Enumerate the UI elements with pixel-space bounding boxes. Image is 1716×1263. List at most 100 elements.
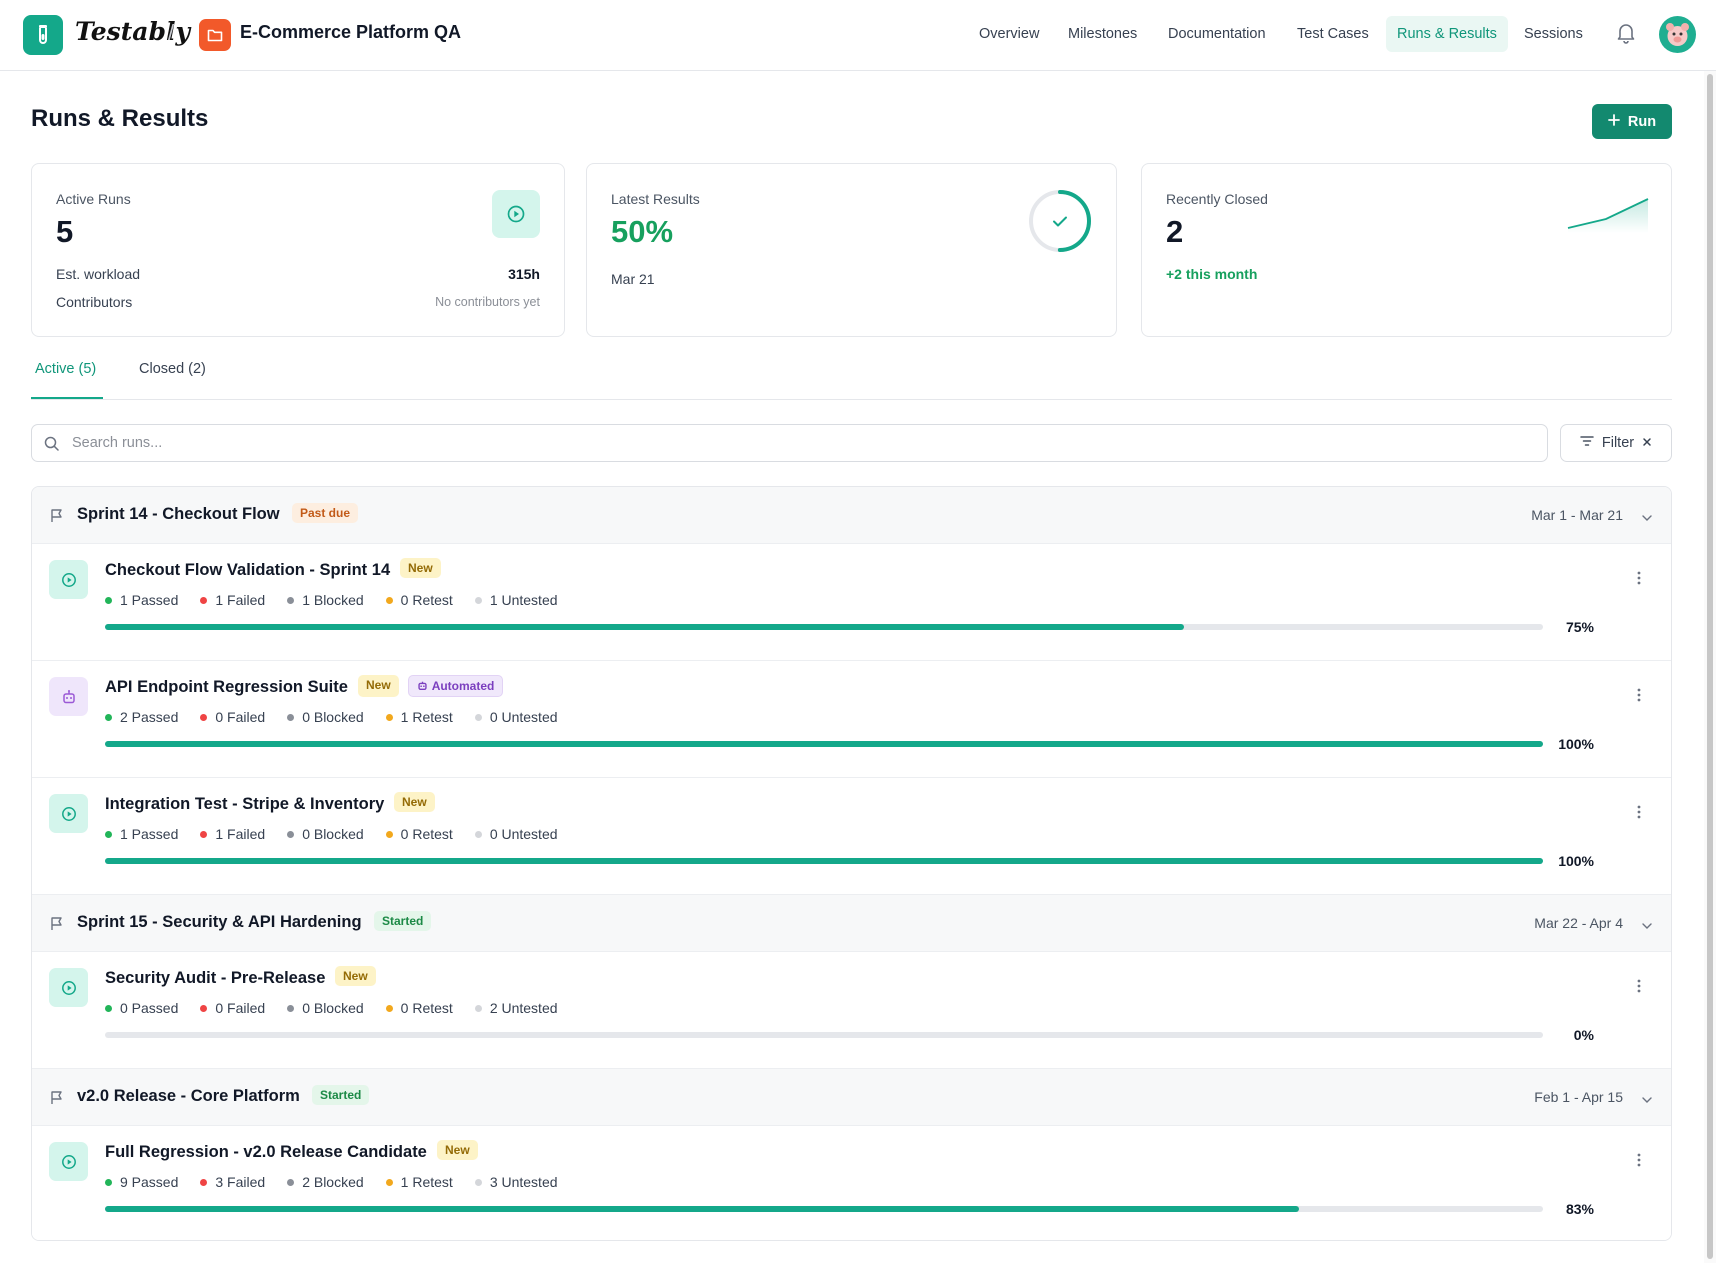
stat-retest: 0 Retest: [385, 1000, 453, 1016]
stat-blocked: 0 Blocked: [287, 709, 364, 725]
retest-dot: [385, 596, 393, 604]
user-avatar[interactable]: [1659, 16, 1696, 53]
contributors-value: No contributors yet: [435, 295, 540, 309]
test-run-row[interactable]: Security Audit - Pre-Release New 0 Passed 0…: [32, 952, 1671, 1069]
run-progress-fill: [105, 858, 1543, 864]
run-badges: New: [400, 558, 441, 578]
untested-dot: [474, 713, 482, 721]
page-scrollbar-thumb[interactable]: [1707, 74, 1713, 1259]
test-run-row[interactable]: Checkout Flow Validation - Sprint 14 New 1…: [32, 544, 1671, 661]
recently-closed-value: 2: [1166, 214, 1184, 249]
check-icon: [1053, 216, 1067, 227]
nav-sessions[interactable]: Sessions: [1513, 16, 1594, 52]
run-badge-new: New: [358, 675, 399, 697]
nav-documentation[interactable]: Documentation: [1157, 16, 1277, 52]
failed-dot: [200, 1004, 208, 1012]
test-run-row[interactable]: API Endpoint Regression Suite New Automate…: [32, 661, 1671, 778]
chevron-down-icon[interactable]: [1641, 1091, 1653, 1109]
stat-passed: 9 Passed: [105, 1174, 178, 1190]
run-progress-fill: [105, 624, 1184, 630]
nav-runs-results[interactable]: Runs & Results: [1386, 16, 1508, 52]
run-stats: 9 Passed 3 Failed 2 Blocked 1 Retest 3 Untes…: [105, 1174, 580, 1190]
stat-untested: 2 Untested: [474, 1000, 558, 1016]
more-options-icon[interactable]: [1637, 571, 1641, 590]
run-list: Sprint 14 - Checkout Flow Past due Mar 1 -…: [31, 486, 1672, 1241]
more-options-icon[interactable]: [1637, 805, 1641, 824]
more-options-icon[interactable]: [1637, 979, 1641, 998]
stat-failed: 0 Failed: [200, 709, 265, 725]
run-title[interactable]: Security Audit - Pre-Release: [105, 969, 325, 988]
results-progress-ring: [1027, 188, 1093, 254]
project-name[interactable]: E-Commerce Platform QA: [240, 22, 461, 43]
run-progress-bar: [105, 1206, 1543, 1212]
plus-icon: [1608, 113, 1620, 130]
more-options-icon[interactable]: [1637, 1153, 1641, 1172]
milestone-title: Sprint 15 - Security & API Hardening: [77, 913, 362, 931]
active-runs-value: 5: [56, 214, 74, 249]
stat-blocked: 0 Blocked: [287, 826, 364, 842]
stat-passed: 0 Passed: [105, 1000, 178, 1016]
testably-logo-icon[interactable]: [23, 15, 63, 55]
run-title[interactable]: Checkout Flow Validation - Sprint 14: [105, 561, 390, 580]
latest-results-date: Mar 21: [611, 271, 655, 287]
run-badge-automated: Automated: [407, 675, 504, 697]
robot-icon: [417, 679, 432, 693]
milestone-group-header[interactable]: Sprint 14 - Checkout Flow Past due Mar 1 -…: [32, 487, 1671, 544]
milestone-group-header[interactable]: v2.0 Release - Core Platform Started Feb 1…: [32, 1069, 1671, 1126]
stat-retest: 1 Retest: [385, 709, 453, 725]
stat-blocked: 0 Blocked: [287, 1000, 364, 1016]
stat-failed: 1 Failed: [200, 592, 265, 608]
stat-passed: 2 Passed: [105, 709, 178, 725]
run-title[interactable]: Integration Test - Stripe & Inventory: [105, 795, 384, 814]
bell-icon[interactable]: [1616, 22, 1636, 49]
blocked-dot: [287, 830, 295, 838]
active-runs-card: Active Runs 5 Est. workload 315h Contrib…: [31, 163, 565, 337]
search-input[interactable]: [72, 425, 1532, 461]
retest-dot: [385, 1004, 393, 1012]
nav-milestones[interactable]: Milestones: [1057, 16, 1148, 52]
contributors-label: Contributors: [56, 294, 133, 310]
new-run-label: Run: [1627, 113, 1657, 130]
run-title[interactable]: API Endpoint Regression Suite: [105, 678, 348, 697]
test-run-row[interactable]: Integration Test - Stripe & Inventory New…: [32, 778, 1671, 895]
search-icon: [44, 436, 59, 456]
play-circle-icon: [492, 190, 540, 238]
recently-closed-label: Recently Closed: [1166, 191, 1268, 207]
new-run-button[interactable]: Run: [1592, 104, 1672, 139]
run-progress-bar: [105, 624, 1543, 630]
nav-overview[interactable]: Overview: [968, 16, 1050, 52]
more-options-icon[interactable]: [1637, 688, 1641, 707]
passed-dot: [105, 713, 112, 721]
stat-untested: 1 Untested: [474, 592, 558, 608]
run-title[interactable]: Full Regression - v2.0 Release Candidate: [105, 1143, 427, 1162]
run-progress-percent: 0%: [1573, 1027, 1594, 1043]
nav-test-cases[interactable]: Test Cases: [1286, 16, 1380, 52]
passed-dot: [105, 596, 112, 604]
chevron-down-icon[interactable]: [1641, 509, 1653, 527]
chevron-down-icon[interactable]: [1641, 917, 1653, 935]
latest-results-value: 50%: [611, 214, 674, 249]
run-progress-bar: [105, 1032, 1543, 1038]
milestone-group-header[interactable]: Sprint 15 - Security & API Hardening Star…: [32, 895, 1671, 952]
milestone-date-range: Mar 22 - Apr 4: [1534, 915, 1623, 931]
run-badge-new: New: [437, 1140, 478, 1160]
blocked-dot: [287, 1178, 295, 1186]
tab-active[interactable]: Active (5): [35, 361, 96, 377]
test-run-row[interactable]: Full Regression - v2.0 Release Candidate…: [32, 1126, 1671, 1240]
robot-icon: [49, 677, 88, 716]
play-icon: [49, 560, 88, 599]
milestone-status-badge: Started: [312, 1085, 370, 1105]
tab-closed[interactable]: Closed (2): [139, 361, 206, 377]
untested-dot: [474, 830, 482, 838]
untested-dot: [474, 1178, 482, 1186]
untested-dot: [474, 1004, 482, 1012]
search-box: [31, 424, 1548, 462]
stat-blocked: 1 Blocked: [287, 592, 364, 608]
retest-dot: [385, 713, 393, 721]
filter-button[interactable]: Filter: [1560, 424, 1672, 462]
clear-filter-icon[interactable]: [1642, 435, 1652, 451]
stat-retest: 0 Retest: [385, 592, 453, 608]
run-progress-percent: 75%: [1565, 619, 1594, 635]
milestone-title: Sprint 14 - Checkout Flow: [77, 505, 280, 523]
stat-failed: 0 Failed: [200, 1000, 265, 1016]
